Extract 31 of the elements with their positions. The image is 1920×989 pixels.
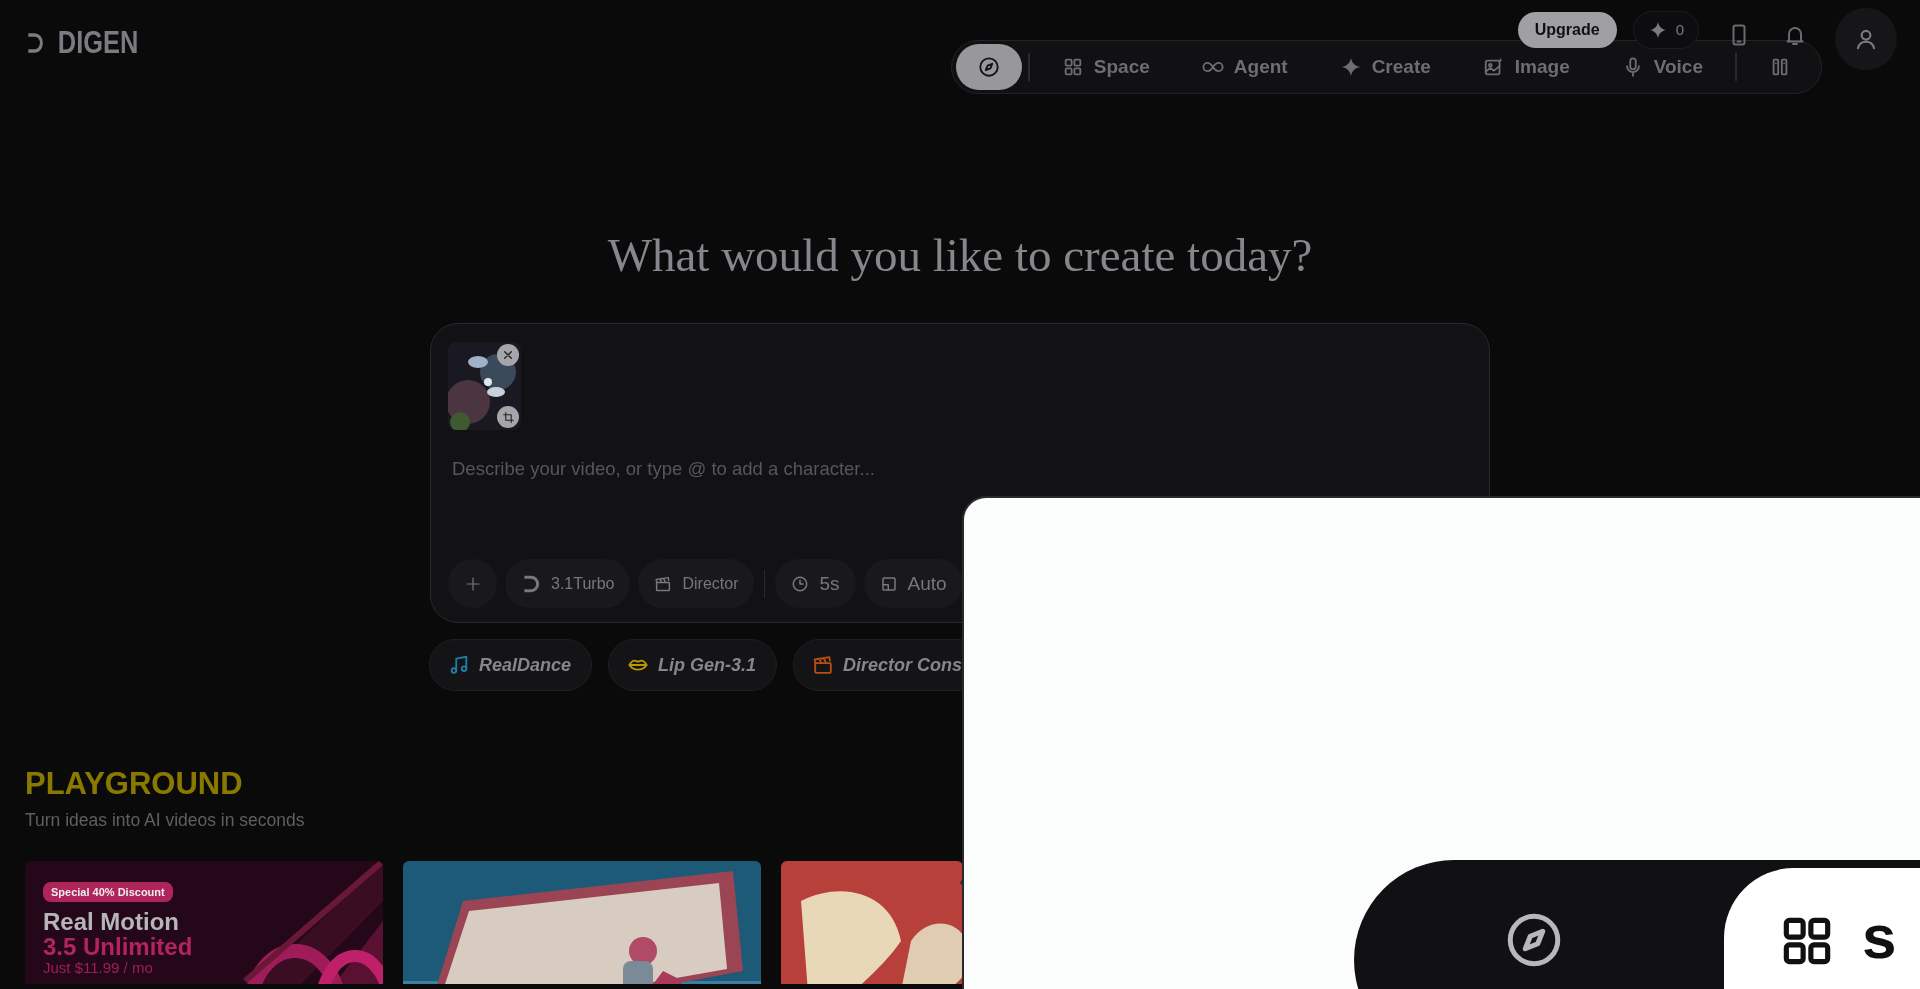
promo-highlight: 3.5 Unlimited: [43, 934, 193, 960]
compass-icon: [977, 56, 1000, 78]
page-heading: What would you like to create today?: [606, 228, 1314, 283]
upgrade-button[interactable]: Upgrade: [1517, 12, 1617, 48]
mode-button[interactable]: Director: [638, 559, 755, 609]
credits-button[interactable]: 0: [1632, 11, 1699, 49]
feature-chip[interactable]: Lip Gen-3.1: [608, 639, 778, 692]
section-title: PLAYGROUND: [25, 765, 244, 803]
clock-icon: [791, 574, 810, 593]
explore-tab[interactable]: [955, 44, 1022, 90]
promo-price: Just $11.99 / mo: [43, 959, 154, 978]
nav-tab[interactable]: Create: [1313, 50, 1457, 84]
section-subtitle: Turn ideas into AI videos in seconds: [25, 808, 306, 832]
nav-tab[interactable]: Agent: [1175, 50, 1314, 84]
tab-label: s: [1862, 906, 1897, 968]
logo-text: DIGEN: [57, 24, 139, 62]
model-button[interactable]: 3.1Turbo: [505, 559, 631, 609]
nav-tab[interactable]: Space: [1035, 50, 1176, 84]
nav-tab[interactable]: Image: [1456, 50, 1596, 84]
aspect-ratio-icon: [879, 574, 898, 593]
model-icon: [521, 573, 541, 594]
clapper-icon: [654, 574, 673, 593]
image-icon: [1482, 56, 1505, 78]
aspect-ratio-button[interactable]: Auto: [863, 559, 963, 609]
promo-title: Real Motion: [43, 908, 180, 934]
feature-chip[interactable]: RealDance: [429, 639, 593, 692]
duration-button[interactable]: 5s: [775, 559, 856, 609]
prompt-input[interactable]: Describe your video, or type @ to add a character...: [450, 454, 1477, 485]
crop-icon: [501, 410, 515, 424]
nav-tab[interactable]: Voice: [1595, 50, 1729, 84]
logo-icon: [25, 31, 45, 56]
